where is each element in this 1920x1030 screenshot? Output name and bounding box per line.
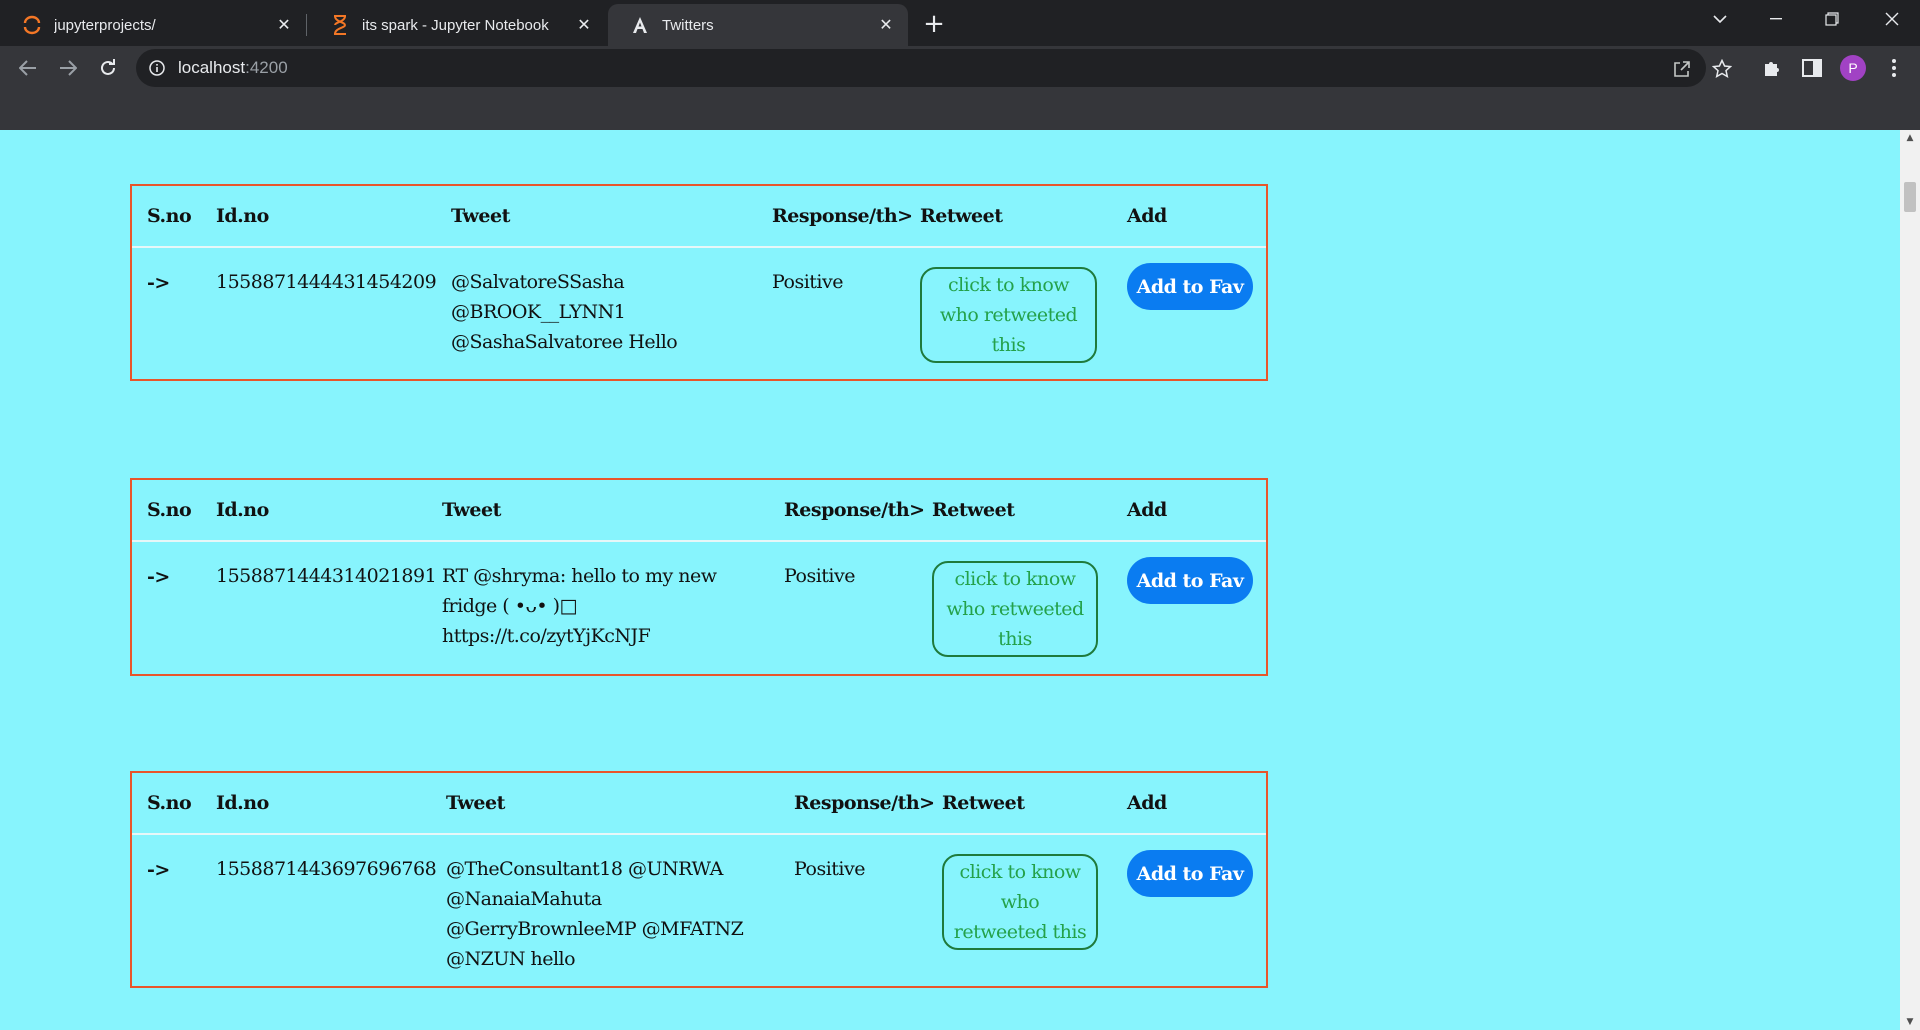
table-header-row: S.no Id.no Tweet Response/th> Retweet Ad… — [132, 186, 1266, 248]
row-id: 1558871444314021891 — [216, 565, 437, 587]
row-tweet: @TheConsultant18 @UNRWA @NanaiaMahuta @G… — [446, 858, 744, 970]
tab-strip: jupyterprojects/ ✕ its spark - Jupyter N… — [0, 0, 1920, 46]
row-id: 1558871444431454209 — [216, 271, 437, 293]
tweet-table: S.no Id.no Tweet Response/th> Retweet Ad… — [130, 771, 1268, 988]
add-to-fav-button[interactable]: Add to Fav — [1127, 557, 1253, 604]
tab-title: Twitters — [662, 16, 714, 34]
header-tweet: Tweet — [451, 205, 510, 227]
tab-title: its spark - Jupyter Notebook — [362, 16, 549, 34]
tab-divider — [306, 14, 307, 36]
header-sno: S.no — [147, 499, 192, 521]
close-window-icon[interactable] — [1864, 0, 1920, 38]
header-add: Add — [1127, 205, 1167, 227]
tab-jupyterprojects[interactable]: jupyterprojects/ ✕ — [0, 4, 306, 46]
close-icon[interactable]: ✕ — [876, 15, 896, 35]
header-response: Response/th> — [784, 499, 925, 521]
table-header-row: S.no Id.no Tweet Response/th> Retweet Ad… — [132, 480, 1266, 542]
row-sno: -> — [147, 272, 170, 294]
row-sno: -> — [147, 566, 170, 588]
profile-avatar[interactable]: P — [1840, 55, 1866, 81]
address-bar[interactable]: localhost:4200 — [136, 49, 1706, 87]
header-sno: S.no — [147, 205, 192, 227]
tab-title: jupyterprojects/ — [54, 16, 156, 34]
close-icon[interactable]: ✕ — [574, 15, 594, 35]
page-viewport: S.no Id.no Tweet Response/th> Retweet Ad… — [0, 130, 1900, 1030]
who-retweeted-button[interactable]: click to know who retweeted this — [932, 561, 1098, 657]
table-header-row: S.no Id.no Tweet Response/th> Retweet Ad… — [132, 773, 1266, 835]
jupyter-icon — [22, 15, 42, 35]
header-id: Id.no — [216, 205, 269, 227]
header-retweet: Retweet — [942, 792, 1025, 814]
kebab-menu-icon[interactable] — [1880, 54, 1908, 82]
chevron-down-icon[interactable] — [1692, 0, 1748, 38]
header-add: Add — [1127, 499, 1167, 521]
header-tweet: Tweet — [446, 792, 505, 814]
browser-window: jupyterprojects/ ✕ its spark - Jupyter N… — [0, 0, 1920, 1030]
minimize-icon[interactable] — [1748, 0, 1804, 38]
header-sno: S.no — [147, 792, 192, 814]
url-host: localhost — [178, 58, 246, 77]
add-to-fav-button[interactable]: Add to Fav — [1127, 263, 1253, 310]
close-icon[interactable]: ✕ — [274, 15, 294, 35]
new-tab-plus-icon[interactable]: + — [918, 8, 950, 40]
forward-arrow-icon[interactable] — [52, 52, 84, 84]
tweet-table: S.no Id.no Tweet Response/th> Retweet Ad… — [130, 184, 1268, 381]
header-add: Add — [1127, 792, 1167, 814]
back-arrow-icon[interactable] — [12, 52, 44, 84]
scroll-thumb[interactable] — [1904, 182, 1916, 212]
extensions-puzzle-icon[interactable] — [1758, 54, 1786, 82]
header-retweet: Retweet — [932, 499, 1015, 521]
info-icon[interactable] — [148, 59, 166, 77]
header-id: Id.no — [216, 499, 269, 521]
vertical-scrollbar[interactable]: ▲ ▼ — [1900, 130, 1920, 1030]
tab-its-spark[interactable]: its spark - Jupyter Notebook ✕ — [308, 4, 606, 46]
reload-icon[interactable] — [92, 52, 124, 84]
header-response: Response/th> — [794, 792, 935, 814]
header-retweet: Retweet — [920, 205, 1003, 227]
row-response: Positive — [794, 858, 865, 880]
angular-icon — [630, 15, 650, 35]
url-port: :4200 — [245, 58, 288, 77]
row-response: Positive — [772, 271, 843, 293]
add-to-fav-button[interactable]: Add to Fav — [1127, 850, 1253, 897]
row-sno: -> — [147, 859, 170, 881]
who-retweeted-button[interactable]: click to know who retweeted this — [942, 854, 1098, 950]
url-text: localhost:4200 — [178, 58, 288, 78]
row-tweet: @SalvatoreSSasha @BROOK__LYNN1 @SashaSal… — [451, 271, 678, 353]
row-response: Positive — [784, 565, 855, 587]
hourglass-icon — [330, 15, 350, 35]
tweet-table: S.no Id.no Tweet Response/th> Retweet Ad… — [130, 478, 1268, 676]
restore-icon[interactable] — [1804, 0, 1860, 38]
side-panel-icon[interactable] — [1798, 54, 1826, 82]
tab-twitters[interactable]: Twitters ✕ — [608, 4, 908, 46]
share-icon[interactable] — [1672, 59, 1692, 79]
row-tweet: RT @shryma: hello to my new fridge ( •ᴗ•… — [442, 565, 717, 647]
header-id: Id.no — [216, 792, 269, 814]
who-retweeted-button[interactable]: click to know who retweeted this — [920, 267, 1097, 363]
scroll-up-arrow-icon[interactable]: ▲ — [1900, 130, 1920, 146]
row-id: 1558871443697696768 — [216, 858, 437, 880]
browser-toolbar: localhost:4200 P — [0, 46, 1920, 130]
bookmark-star-icon[interactable] — [1712, 59, 1732, 79]
header-tweet: Tweet — [442, 499, 501, 521]
header-response: Response/th> — [772, 205, 913, 227]
scroll-down-arrow-icon[interactable]: ▼ — [1900, 1014, 1920, 1030]
